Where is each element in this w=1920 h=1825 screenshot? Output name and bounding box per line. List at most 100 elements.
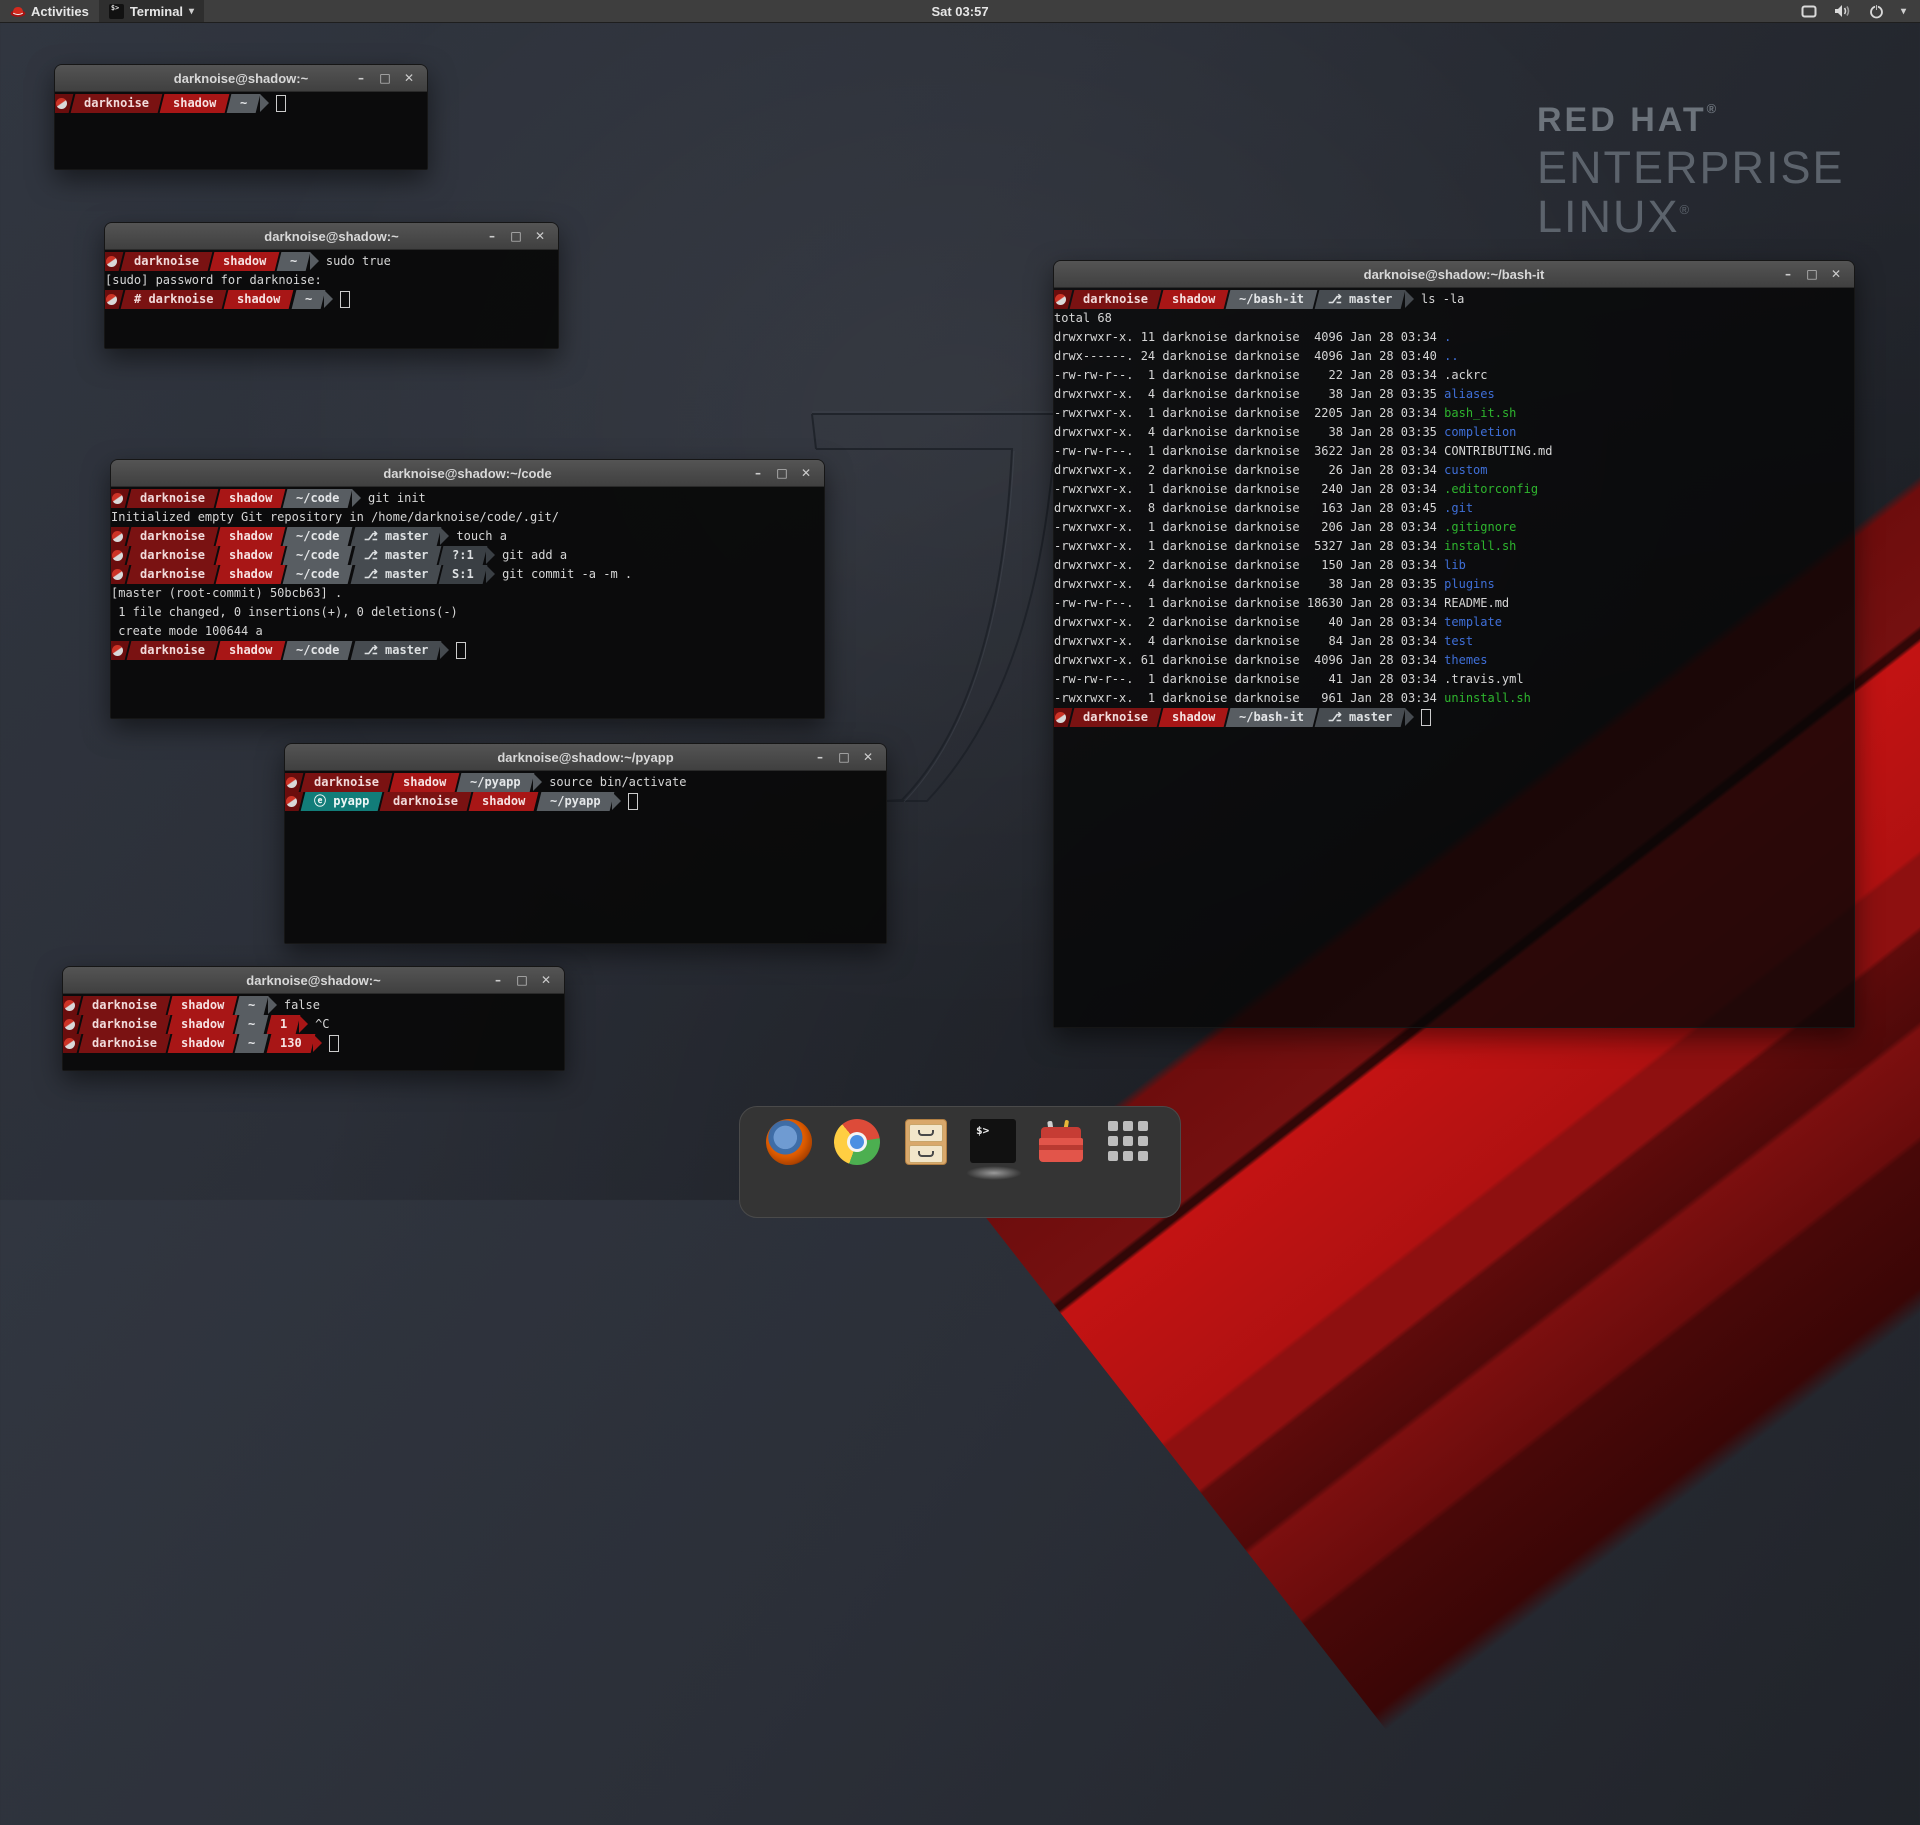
terminal-line: -rw-rw-r--. 1 darknoise darknoise 41 Jan… — [1054, 670, 1854, 689]
close-button[interactable]: ✕ — [536, 973, 556, 987]
prompt-segment-g: ⎇ master — [350, 641, 441, 660]
minimize-button[interactable]: – — [1778, 267, 1798, 281]
terminal-body[interactable]: darknoiseshadow~/bash-it⎇ master ls -lat… — [1054, 288, 1854, 1027]
terminal-window: darknoise@shadow:~ – □ ✕ darknoiseshadow… — [62, 966, 565, 1071]
close-button[interactable]: ✕ — [530, 229, 550, 243]
terminal-body[interactable]: darknoiseshadow~ — [55, 92, 427, 169]
terminal-text: test — [1444, 632, 1473, 651]
terminal-text: -rw-rw-r--. 1 darknoise darknoise 22 Jan… — [1054, 366, 1487, 385]
terminal-text: plugins — [1444, 575, 1495, 594]
dock-item-chrome[interactable] — [834, 1119, 882, 1167]
prompt-arrow-icon — [486, 565, 495, 583]
window-titlebar[interactable]: darknoise@shadow:~/code – □ ✕ — [111, 460, 824, 487]
clock-label[interactable]: Sat 03:57 — [931, 4, 988, 19]
maximize-button[interactable]: □ — [772, 466, 792, 480]
close-button[interactable]: ✕ — [399, 71, 419, 85]
dock-item-toolbox[interactable] — [1038, 1119, 1086, 1167]
maximize-button[interactable]: □ — [375, 71, 395, 85]
minimize-button[interactable]: – — [482, 229, 502, 243]
prompt-segment-u: darknoise — [127, 565, 219, 584]
maximize-button[interactable]: □ — [506, 229, 526, 243]
terminal-body[interactable]: darknoiseshadow~ sudo true[sudo] passwor… — [105, 250, 558, 348]
terminal-line: -rwxrwxr-x. 1 darknoise darknoise 5327 J… — [1054, 537, 1854, 556]
activities-button[interactable]: Activities — [0, 0, 99, 22]
prompt-segment-p: ~ — [235, 996, 269, 1015]
terminal-text: source bin/activate — [542, 773, 687, 792]
terminal-line: drwxrwxr-x. 2 darknoise darknoise 40 Jan… — [1054, 613, 1854, 632]
window-titlebar[interactable]: darknoise@shadow:~/bash-it – □ ✕ — [1054, 261, 1854, 288]
dock-item-app-grid[interactable] — [1106, 1119, 1154, 1167]
prompt-segment-g: ⎇ master — [350, 565, 441, 584]
terminal-text: 1 file changed, 0 insertions(+), 0 delet… — [111, 603, 458, 622]
prompt-segment-e: 1 — [266, 1015, 300, 1034]
terminal-text: -rw-rw-r--. 1 darknoise darknoise 3622 J… — [1054, 442, 1553, 461]
window-titlebar[interactable]: darknoise@shadow:~ – □ ✕ — [63, 967, 564, 994]
terminal-line: drwxrwxr-x. 2 darknoise darknoise 150 Ja… — [1054, 556, 1854, 575]
display-icon[interactable] — [1801, 5, 1817, 18]
maximize-button[interactable]: □ — [1802, 267, 1822, 281]
prompt-segment-h: shadow — [1159, 708, 1229, 727]
prompt-segment-u: # darknoise — [121, 290, 227, 309]
terminal-body[interactable]: darknoiseshadow~/pyapp source bin/activa… — [285, 771, 886, 943]
active-app-indicator — [966, 1166, 1022, 1180]
terminal-line: drwxrwxr-x. 11 darknoise darknoise 4096 … — [1054, 328, 1854, 347]
terminal-text: -rwxrwxr-x. 1 darknoise darknoise 961 Ja… — [1054, 689, 1444, 708]
dock-item-firefox[interactable] — [766, 1119, 814, 1167]
prompt-arrow-icon — [313, 1034, 322, 1052]
system-status-area[interactable]: ▾ — [1801, 0, 1920, 22]
close-button[interactable]: ✕ — [1826, 267, 1846, 281]
app-menu-terminal[interactable]: $> Terminal ▾ — [99, 0, 204, 22]
dock-item-terminal[interactable]: $> — [970, 1119, 1018, 1167]
terminal-text: git commit -a -m . — [495, 565, 632, 584]
terminal-text: ^C — [308, 1015, 330, 1034]
terminal-text: -rwxrwxr-x. 1 darknoise darknoise 5327 J… — [1054, 537, 1444, 556]
volume-icon[interactable] — [1834, 4, 1852, 18]
window-titlebar[interactable]: darknoise@shadow:~ – □ ✕ — [105, 223, 558, 250]
terminal-text: create mode 100644 a — [111, 622, 263, 641]
terminal-body[interactable]: darknoiseshadow~ falsedarknoiseshadow~1 … — [63, 994, 564, 1070]
maximize-button[interactable]: □ — [834, 750, 854, 764]
prompt-segment-h: shadow — [469, 792, 539, 811]
prompt-segment-g: ⎇ master — [1315, 708, 1406, 727]
top-bar: Activities $> Terminal ▾ Sat 03:57 ▾ — [0, 0, 1920, 23]
terminal-text: drwxrwxr-x. 4 darknoise darknoise 84 Jan… — [1054, 632, 1444, 651]
rhel-logo-redhat: RED HAT® — [1537, 102, 1845, 137]
terminal-text: bash_it.sh — [1444, 404, 1516, 423]
terminal-text: completion — [1444, 423, 1516, 442]
terminal-body[interactable]: darknoiseshadow~/code git initInitialize… — [111, 487, 824, 718]
terminal-line: darknoiseshadow~130 — [63, 1034, 564, 1053]
prompt-segment-p: ~/pyapp — [457, 773, 534, 792]
close-button[interactable]: ✕ — [796, 466, 816, 480]
prompt-arrow-icon — [260, 94, 269, 112]
minimize-button[interactable]: – — [810, 750, 830, 764]
firefox-icon — [766, 1119, 812, 1165]
prompt-segment-h: shadow — [216, 527, 286, 546]
prompt-segment-p: ~/pyapp — [536, 792, 613, 811]
rhel-logo-linux: LINUX® — [1537, 194, 1845, 239]
terminal-line: darknoiseshadow~/code git init — [111, 489, 824, 508]
terminal-text: drwxrwxr-x. 11 darknoise darknoise 4096 … — [1054, 328, 1444, 347]
window-titlebar[interactable]: darknoise@shadow:~/pyapp – □ ✕ — [285, 744, 886, 771]
minimize-button[interactable]: – — [351, 71, 371, 85]
close-button[interactable]: ✕ — [858, 750, 878, 764]
app-menu-label: Terminal — [130, 4, 183, 19]
minimize-button[interactable]: – — [488, 973, 508, 987]
prompt-segment-h: shadow — [390, 773, 460, 792]
dock-item-files[interactable] — [902, 1119, 950, 1167]
terminal-line: darknoiseshadow~ false — [63, 996, 564, 1015]
window-titlebar[interactable]: darknoise@shadow:~ – □ ✕ — [55, 65, 427, 92]
caret-down-icon[interactable]: ▾ — [1901, 6, 1906, 17]
toolbox-icon — [1038, 1119, 1084, 1165]
prompt-segment-h: shadow — [216, 641, 286, 660]
maximize-button[interactable]: □ — [512, 973, 532, 987]
power-icon[interactable] — [1869, 4, 1884, 19]
terminal-text: drwxrwxr-x. 2 darknoise darknoise 40 Jan… — [1054, 613, 1444, 632]
terminal-text: git init — [361, 489, 426, 508]
terminal-text: -rwxrwxr-x. 1 darknoise darknoise 240 Ja… — [1054, 480, 1444, 499]
prompt-segment-u: darknoise — [79, 1015, 171, 1034]
terminal-text: total 68 — [1054, 309, 1112, 328]
activities-label: Activities — [31, 4, 89, 19]
terminal-line: darknoiseshadow~/pyapp source bin/activa… — [285, 773, 886, 792]
minimize-button[interactable]: – — [748, 466, 768, 480]
window-title: darknoise@shadow:~/bash-it — [1054, 267, 1854, 282]
